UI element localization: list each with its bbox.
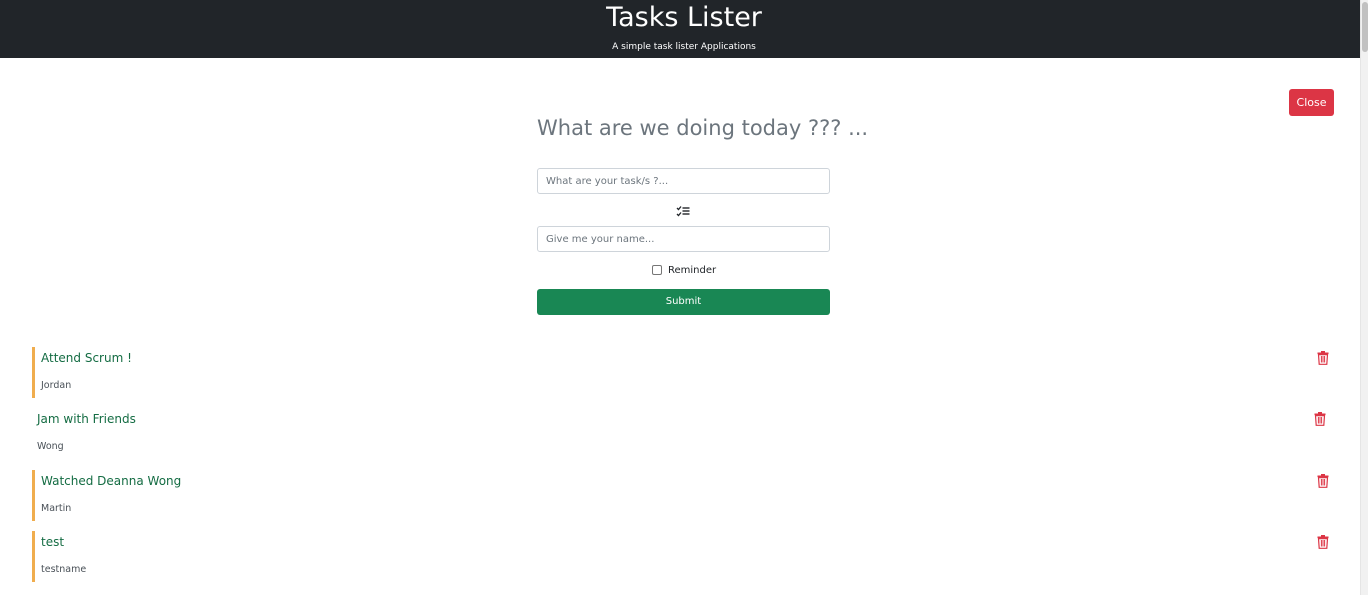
submit-button[interactable]: Submit [537, 289, 830, 315]
page: Tasks Lister A simple task lister Applic… [0, 0, 1368, 595]
name-input[interactable] [537, 226, 830, 252]
reminder-checkbox[interactable] [652, 265, 662, 275]
task-text: test [41, 535, 65, 549]
task-owner: testname [41, 564, 87, 575]
task-text: Attend Scrum ! [41, 351, 132, 365]
trash-icon[interactable] [1314, 412, 1326, 426]
task-owner: Jordan [41, 380, 72, 391]
task-item[interactable]: Attend Scrum ! Jordan [32, 347, 1342, 398]
task-owner: Martin [41, 503, 72, 514]
close-button[interactable]: Close [1289, 89, 1334, 116]
task-item[interactable]: Watched Deanna Wong Martin [32, 470, 1342, 521]
reminder-row: Reminder [652, 264, 732, 278]
app-subtitle: A simple task lister Applications [612, 42, 756, 52]
app-title: Tasks Lister [606, 2, 762, 33]
task-owner: Wong [37, 441, 64, 452]
task-item[interactable]: test testname [32, 531, 1342, 582]
task-text: Jam with Friends [37, 412, 136, 426]
task-text: Watched Deanna Wong [41, 474, 182, 488]
trash-icon[interactable] [1317, 535, 1329, 549]
reminder-label: Reminder [668, 265, 717, 276]
trash-icon[interactable] [1317, 351, 1329, 365]
task-item[interactable]: Jam with Friends Wong [32, 408, 1342, 459]
trash-icon[interactable] [1317, 474, 1329, 488]
form-heading: What are we doing today ??? ... [537, 116, 869, 140]
list-check-icon [676, 206, 690, 217]
app-header: Tasks Lister A simple task lister Applic… [0, 0, 1368, 58]
scrollbar-thumb[interactable] [1362, 2, 1368, 52]
vertical-scrollbar[interactable] [1360, 0, 1368, 595]
task-input[interactable] [537, 168, 830, 194]
